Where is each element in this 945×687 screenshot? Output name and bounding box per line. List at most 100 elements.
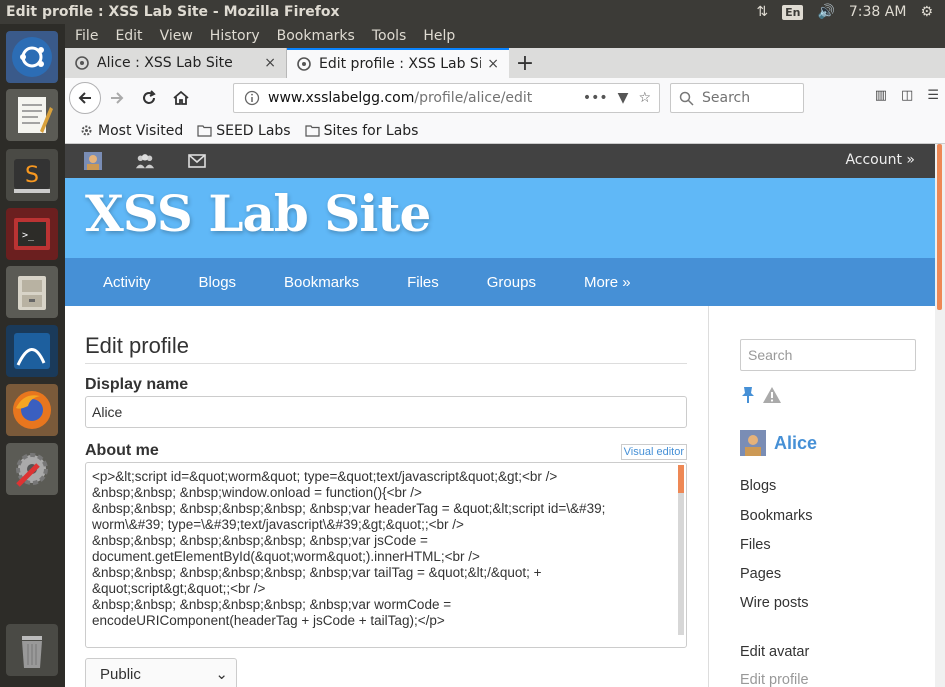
main-column: Edit profile Display name Alice About me… [85,306,687,687]
url-path: /profile/alice/edit [414,90,533,106]
wireshark-launcher[interactable] [6,325,58,377]
favicon-icon [75,56,89,70]
textarea-line: &nbsp;&nbsp; &nbsp;&nbsp;&nbsp; &nbsp;va… [92,501,606,516]
chevron-down-icon: ⌄ [215,666,228,683]
tab-alice-profile[interactable]: Alice : XSS Lab Site × [65,48,287,78]
account-menu[interactable]: Account » [845,152,915,168]
about-me-textarea[interactable]: <p>&lt;script id=&quot;worm&quot; type=&… [85,462,687,648]
network-arrows-icon[interactable]: ⇅ [756,4,768,20]
forward-button[interactable] [101,82,133,114]
tab-close-icon[interactable]: × [487,56,499,72]
user-avatar-icon[interactable] [740,430,766,456]
pocket-icon[interactable]: ▼ [618,90,629,106]
power-gear-icon[interactable]: ⚙ [920,4,933,20]
volume-icon[interactable]: 🔊 [817,4,834,20]
pin-icon[interactable] [740,386,756,404]
sidebar-link-blogs[interactable]: Blogs [740,478,776,494]
nav-blogs[interactable]: Blogs [199,274,237,291]
reload-button[interactable] [133,82,165,114]
textarea-line: &nbsp;&nbsp; &nbsp;&nbsp;&nbsp; &nbsp;va… [92,533,428,548]
url-host: www.xsslabelgg.com [268,90,415,106]
bookmark-star-icon[interactable]: ☆ [638,90,651,106]
new-tab-button[interactable]: + [509,48,541,78]
terminal-icon: >_ [14,218,50,250]
sidebar-user-name[interactable]: Alice [774,433,817,454]
sidebar-link-bookmarks[interactable]: Bookmarks [740,508,813,524]
bookmark-label: Sites for Labs [323,122,419,139]
system-tray: ⇅ En 🔊 7:38 AM ⚙ [756,4,945,20]
sidebar-link-edit-avatar[interactable]: Edit avatar [740,644,809,660]
textarea-scroll-thumb[interactable] [678,465,684,493]
display-name-input[interactable]: Alice [85,396,687,428]
forward-arrow-icon [111,92,124,104]
bookmark-label: SEED Labs [216,122,291,139]
nav-groups[interactable]: Groups [487,274,536,291]
page-actions-icon[interactable]: ••• [583,90,608,106]
text-editor-launcher[interactable] [6,89,58,141]
url-actions: ••• ▼ ☆ [583,90,659,106]
sublime-text-launcher[interactable]: S [6,149,58,201]
page-scroll-thumb[interactable] [937,144,942,310]
warning-icon[interactable] [762,386,782,404]
messages-envelope-icon[interactable] [187,151,207,171]
elgg-topbar: Account » [65,144,935,178]
textarea-line: &nbsp;&nbsp; &nbsp;&nbsp;&nbsp; &nbsp;va… [92,597,452,612]
menu-help[interactable]: Help [423,28,464,44]
nav-files[interactable]: Files [407,274,439,291]
page-body: Edit profile Display name Alice About me… [65,306,935,687]
menu-view[interactable]: View [160,28,202,44]
files-launcher[interactable] [6,266,58,318]
keyboard-language-indicator[interactable]: En [782,4,804,20]
menu-file[interactable]: File [75,28,107,44]
bookmark-seed-labs[interactable]: SEED Labs [197,122,291,139]
friends-icon[interactable] [135,151,155,171]
home-button[interactable] [165,82,197,114]
tab-edit-profile[interactable]: Edit profile : XSS Lab Site × [287,48,509,78]
menu-edit[interactable]: Edit [115,28,151,44]
textarea-line: document.getElementById(&quot;worm&quot;… [92,549,480,564]
ubuntu-dash-button[interactable] [6,31,58,83]
nav-more[interactable]: More » [584,274,631,291]
back-button[interactable] [69,82,101,114]
settings-launcher[interactable] [6,443,58,495]
page-scrollbar[interactable] [935,144,945,687]
terminal-launcher[interactable]: >_ [6,208,58,260]
firefox-icon [13,391,51,429]
sidebar-link-pages[interactable]: Pages [740,566,781,582]
ubuntu-logo-icon [12,37,52,77]
sidebar: Search Alice Blogs Bookmarks Files Pages… [708,306,935,687]
access-level-select[interactable]: Public ⌄ [85,658,237,687]
toolbar-right: ▥ ◫ ☰ [875,88,939,103]
visual-editor-toggle[interactable]: Visual editor [620,444,687,460]
site-title[interactable]: XSS Lab Site [85,184,431,243]
about-me-label: About me [85,442,159,459]
text-editor-icon [18,97,53,133]
firefox-launcher[interactable] [6,384,58,436]
bookmark-sites-for-labs[interactable]: Sites for Labs [304,122,419,139]
info-icon[interactable] [244,90,260,106]
folder-icon [304,125,320,137]
sidebar-search-input[interactable]: Search [740,339,916,371]
browser-search-bar[interactable]: Search [670,83,804,113]
ubuntu-launcher: S >_ [0,24,65,687]
sidebar-link-wire-posts[interactable]: Wire posts [740,595,809,611]
menu-history[interactable]: History [210,28,269,44]
menu-bookmarks[interactable]: Bookmarks [277,28,364,44]
sidebar-link-files[interactable]: Files [740,537,771,553]
tab-close-icon[interactable]: × [264,55,276,71]
bookmark-most-visited[interactable]: Most Visited [79,123,183,139]
library-icon[interactable]: ▥ [875,88,887,103]
nav-activity[interactable]: Activity [103,274,151,291]
url-bar[interactable]: www.xsslabelgg.com/profile/alice/edit ••… [233,83,660,113]
user-avatar-icon[interactable] [83,151,103,171]
trash-launcher[interactable] [6,624,58,676]
sidebar-link-edit-profile[interactable]: Edit profile [740,672,809,687]
textarea-line: <p>&lt;script id=&quot;worm&quot; type=&… [92,469,558,484]
hamburger-menu-icon[interactable]: ☰ [927,88,939,103]
clock[interactable]: 7:38 AM [849,4,907,20]
menu-tools[interactable]: Tools [372,28,416,44]
sidebar-toggle-icon[interactable]: ◫ [901,88,913,103]
tab-bar: Alice : XSS Lab Site × Edit profile : XS… [65,48,945,78]
web-page: Account » XSS Lab Site Activity Blogs Bo… [65,144,935,687]
nav-bookmarks[interactable]: Bookmarks [284,274,359,291]
